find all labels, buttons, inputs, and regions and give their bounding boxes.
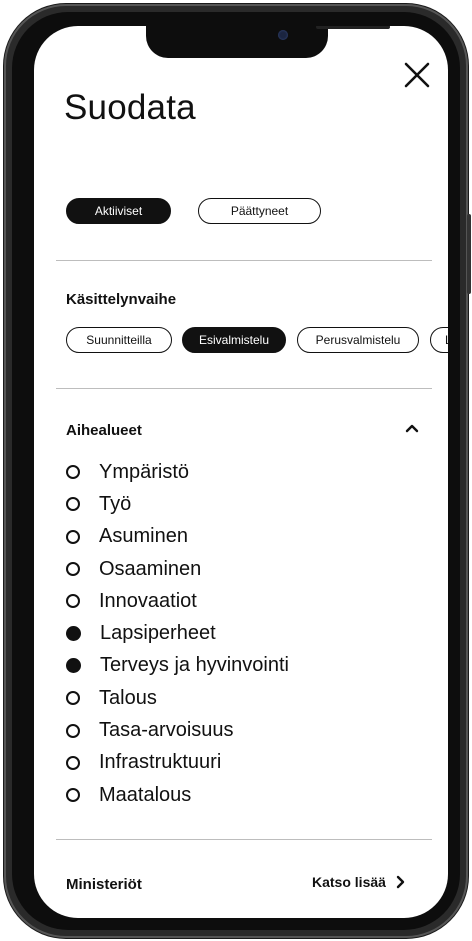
topic-label: Asuminen bbox=[99, 525, 188, 548]
radio-button[interactable] bbox=[66, 465, 80, 480]
topics-heading: Aihealueet bbox=[66, 422, 142, 439]
topic-label: Infrastruktuuri bbox=[99, 751, 222, 774]
camera-icon bbox=[278, 30, 288, 40]
divider bbox=[56, 260, 432, 261]
stage-option-overflow[interactable]: L bbox=[430, 327, 448, 353]
topics-list: Ympäristö Työ Asuminen Osaaminen Innovaa… bbox=[66, 456, 406, 811]
topic-label: Innovaatiot bbox=[99, 589, 197, 612]
radio-button[interactable] bbox=[66, 562, 80, 577]
topic-label: Talous bbox=[99, 686, 157, 709]
chevron-right-icon bbox=[396, 875, 405, 889]
topic-item-tyo[interactable]: Työ bbox=[66, 488, 406, 520]
topic-item-terveys-ja-hyvinvointi[interactable]: Terveys ja hyvinvointi bbox=[66, 650, 406, 682]
stage-option-esivalmistelu[interactable]: Esivalmistelu bbox=[182, 327, 286, 353]
topic-item-osaaminen[interactable]: Osaaminen bbox=[66, 553, 406, 585]
topic-item-lapsiperheet[interactable]: Lapsiperheet bbox=[66, 617, 406, 649]
radio-button-selected[interactable] bbox=[66, 626, 81, 642]
stage-option-suunnitteilla[interactable]: Suunnitteilla bbox=[66, 327, 172, 353]
page-title: Suodata bbox=[64, 88, 196, 127]
chevron-up-icon[interactable] bbox=[404, 422, 420, 434]
radio-button[interactable] bbox=[66, 691, 80, 706]
notch bbox=[146, 26, 390, 58]
divider bbox=[56, 388, 432, 389]
topic-item-ymparisto[interactable]: Ympäristö bbox=[66, 456, 406, 488]
ministries-heading: Ministeriöt bbox=[66, 876, 142, 893]
topic-item-infrastruktuuri[interactable]: Infrastruktuuri bbox=[66, 747, 406, 779]
topic-item-tasa-arvoisuus[interactable]: Tasa-arvoisuus bbox=[66, 714, 406, 746]
stage-option-perusvalmistelu[interactable]: Perusvalmistelu bbox=[297, 327, 419, 353]
topic-item-innovaatiot[interactable]: Innovaatiot bbox=[66, 585, 406, 617]
topic-label: Tasa-arvoisuus bbox=[99, 719, 234, 742]
radio-button-selected[interactable] bbox=[66, 658, 81, 674]
radio-button[interactable] bbox=[66, 529, 80, 544]
topic-label: Osaaminen bbox=[99, 557, 202, 580]
topic-label: Ympäristö bbox=[99, 460, 190, 483]
status-filter-aktiiviset[interactable]: Aktiiviset bbox=[66, 198, 171, 224]
topic-label: Lapsiperheet bbox=[100, 622, 216, 645]
divider bbox=[56, 839, 432, 840]
side-button bbox=[467, 214, 471, 294]
radio-button[interactable] bbox=[66, 723, 80, 738]
filter-screen: Suodata Aktiiviset Päättyneet Käsittelyn… bbox=[34, 26, 448, 918]
see-more-label: Katso lisää bbox=[312, 874, 386, 890]
radio-button[interactable] bbox=[66, 755, 80, 770]
close-icon-glyph bbox=[404, 62, 430, 88]
speaker bbox=[316, 26, 390, 29]
stage-heading: Käsittelynvaihe bbox=[66, 291, 177, 308]
close-icon[interactable] bbox=[402, 60, 432, 90]
topic-label: Maatalous bbox=[99, 783, 192, 806]
topic-item-talous[interactable]: Talous bbox=[66, 682, 406, 714]
radio-button[interactable] bbox=[66, 594, 80, 609]
topic-item-maatalous[interactable]: Maatalous bbox=[66, 779, 406, 811]
radio-button[interactable] bbox=[66, 788, 80, 803]
topic-item-asuminen[interactable]: Asuminen bbox=[66, 521, 406, 553]
radio-button[interactable] bbox=[66, 497, 80, 512]
status-filter-paattyneet[interactable]: Päättyneet bbox=[198, 198, 321, 224]
see-more-link[interactable]: Katso lisää bbox=[312, 874, 406, 890]
chevron-up-icon-glyph bbox=[405, 424, 419, 433]
topic-label: Työ bbox=[99, 492, 132, 515]
topic-label: Terveys ja hyvinvointi bbox=[100, 654, 289, 677]
